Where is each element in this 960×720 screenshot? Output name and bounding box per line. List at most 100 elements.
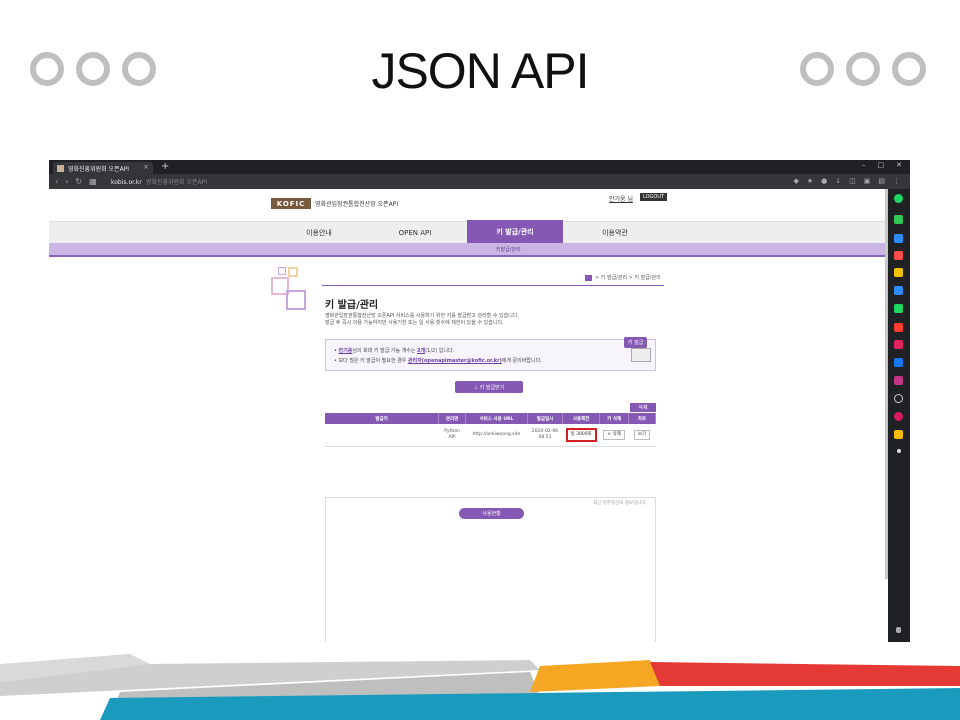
tab-title: 영화진흥위원회 오픈API bbox=[68, 165, 130, 173]
close-window-icon[interactable]: ✕ bbox=[896, 161, 902, 169]
delete-key-button[interactable]: × 삭제 bbox=[603, 429, 625, 440]
nav-controls: ‹ › ↻ ▦ bbox=[55, 176, 97, 187]
sidebar-app-icon[interactable] bbox=[894, 304, 903, 313]
sidebar-app-icon[interactable] bbox=[894, 268, 903, 277]
nav-item-open-api[interactable]: OPEN API bbox=[367, 222, 463, 244]
sidebar-app-icon[interactable] bbox=[894, 412, 903, 421]
extension-icon[interactable]: ● bbox=[821, 176, 827, 187]
screenshot-icon[interactable]: ◫ bbox=[849, 176, 856, 187]
sub-nav: 키발급/관리 bbox=[49, 243, 885, 257]
user-link[interactable]: 안기웅 님 bbox=[609, 194, 633, 203]
sidebar-app-icon[interactable] bbox=[894, 323, 903, 332]
delete-cell: × 삭제 bbox=[599, 424, 629, 447]
table-header-row: 발급키 관리명 서비스 사용 URL 발급일시 사용제한 키 삭제 차트 bbox=[325, 413, 656, 424]
page-title: 키 발급/관리 bbox=[325, 300, 379, 311]
extension-icons: ◆ ★ ● ↓ ◫ ▣ ▤ ⋮ bbox=[793, 176, 900, 187]
date-cell: 2020-02-06 08:51 bbox=[527, 424, 563, 447]
breadcrumb-text: > 키 발급/관리 > 키 발급/관리 bbox=[595, 275, 661, 281]
description-line: 발급 후 즉시 이용 가능하지만 사용기한 또는 일 사용 횟수에 제한이 있을… bbox=[325, 320, 504, 326]
settings-icon[interactable] bbox=[896, 627, 901, 633]
info-text: (1/2) 입니다. bbox=[425, 348, 455, 354]
web-page: KOFIC 영화관입장권통합전산망 오픈API 안기웅 님 LOGOUT 이용안… bbox=[49, 189, 885, 642]
menu-icon[interactable]: ⋮ bbox=[893, 176, 900, 187]
usage-status-tab[interactable]: 사용현황 bbox=[459, 508, 524, 519]
description-line: 영화관입장권통합전산망 오픈API 서비스를 사용하기 위한 키를 발급받고 관… bbox=[325, 313, 520, 319]
monitor-icon bbox=[631, 348, 651, 362]
maximize-icon[interactable]: □ bbox=[878, 161, 885, 169]
forward-icon[interactable]: › bbox=[65, 176, 68, 187]
info-text: 님의 회대 키 발급 가능 개수는 bbox=[352, 348, 418, 354]
main-nav: 이용안내 OPEN API 키 발급/관리 이용약관 bbox=[49, 220, 885, 244]
column-header: 발급키 bbox=[325, 413, 440, 424]
column-header: 사용제한 bbox=[562, 413, 601, 424]
reader-icon[interactable]: ▣ bbox=[864, 176, 871, 187]
usage-chart-panel: 최근 일주일간의 정보입니다. 사용현황 bbox=[325, 497, 656, 642]
chart-cell: 보기 bbox=[628, 424, 656, 447]
new-tab-button[interactable]: + bbox=[161, 161, 169, 173]
column-header: 차트 bbox=[628, 413, 656, 424]
drive-icon[interactable] bbox=[894, 430, 903, 439]
user-name: 안기웅 bbox=[338, 348, 353, 354]
key-badge: 키 발급 bbox=[624, 337, 648, 348]
delete-selected-button[interactable]: 삭제 bbox=[630, 403, 656, 412]
apps-icon[interactable]: ▦ bbox=[89, 176, 97, 187]
issue-key-button[interactable]: ⊥ 키 발급받기 bbox=[455, 381, 523, 393]
site-logo[interactable]: KOFIC 영화관입장권통합전산망 오픈API bbox=[271, 198, 398, 209]
back-icon[interactable]: ‹ bbox=[55, 176, 58, 187]
info-text: 에게 문의바랍니다. bbox=[501, 358, 542, 364]
circle-decoration bbox=[892, 52, 926, 86]
browser-window: 영화진흥위원회 오픈API × + – □ ✕ ‹ › ↻ ▦ kobis.or… bbox=[49, 160, 910, 642]
star-icon[interactable]: ★ bbox=[807, 176, 813, 187]
sidebar-toggle-icon[interactable]: ▤ bbox=[878, 176, 885, 187]
admin-contact-link[interactable]: 관리자(openapimaster@kofic.or.kr) bbox=[408, 358, 502, 364]
nav-item-key-management[interactable]: 키 발급/관리 bbox=[467, 220, 563, 244]
tab-bar: 영화진흥위원회 오픈API × + – □ ✕ bbox=[49, 160, 910, 174]
name-line: API bbox=[448, 434, 456, 440]
facebook-icon[interactable] bbox=[894, 358, 903, 367]
download-icon[interactable]: ↓ bbox=[835, 176, 841, 187]
browser-tab[interactable]: 영화진흥위원회 오픈API × bbox=[53, 162, 153, 174]
name-cell: Python API bbox=[438, 424, 466, 447]
sidebar-app-icon[interactable] bbox=[894, 215, 903, 224]
info-line-quota: • 안기웅님의 회대 키 발급 가능 개수는 2개(1/2) 입니다. bbox=[334, 347, 454, 354]
key-count: 2개 bbox=[417, 348, 426, 354]
subnav-item-key-management[interactable]: 키발급/관리 bbox=[496, 246, 521, 253]
sidebar-app-icon[interactable] bbox=[894, 194, 903, 203]
chart-note: 최근 일주일간의 정보입니다. bbox=[593, 501, 647, 506]
url-host: kobis.or.kr bbox=[111, 179, 142, 186]
limit-cell: 일 3000회 bbox=[562, 424, 600, 447]
reload-icon[interactable]: ↻ bbox=[75, 176, 82, 187]
url-field[interactable]: kobis.or.kr 영화진흥위원회 오픈API bbox=[111, 177, 207, 186]
sidebar-app-icon[interactable] bbox=[894, 340, 903, 349]
sidebar-app-icon[interactable] bbox=[894, 286, 903, 295]
nav-item-terms[interactable]: 이용약관 bbox=[567, 222, 663, 244]
sidebar-app-icon[interactable] bbox=[894, 234, 903, 243]
logo-text: 영화관입장권통합전산망 오픈API bbox=[315, 201, 399, 208]
key-table: 발급키 관리명 서비스 사용 URL 발급일시 사용제한 키 삭제 차트 Pyt… bbox=[325, 413, 656, 447]
decorative-stripes bbox=[0, 654, 960, 720]
sidebar-app-icon[interactable] bbox=[894, 251, 903, 260]
decorative-square bbox=[288, 267, 298, 277]
circle-decoration bbox=[800, 52, 834, 86]
info-text: • 보다 많은 키 발급이 필요한 경우 bbox=[334, 358, 408, 364]
key-cell bbox=[325, 424, 439, 447]
kofic-logo-mark: KOFIC bbox=[271, 198, 311, 209]
info-box: • 안기웅님의 회대 키 발급 가능 개수는 2개(1/2) 입니다. • 보다… bbox=[325, 337, 656, 371]
right-circle-decoration bbox=[800, 52, 926, 86]
instagram-icon[interactable] bbox=[894, 376, 903, 385]
home-icon[interactable] bbox=[585, 274, 592, 281]
window-controls: – □ ✕ bbox=[862, 161, 902, 169]
tab-close-icon[interactable]: × bbox=[143, 163, 149, 171]
more-icon[interactable] bbox=[897, 449, 901, 453]
nav-item-guide[interactable]: 이용안내 bbox=[271, 222, 367, 244]
logout-button[interactable]: LOGOUT bbox=[640, 193, 668, 201]
shield-icon[interactable]: ◆ bbox=[793, 176, 798, 187]
usage-limit-button[interactable]: 일 3000회 bbox=[565, 427, 597, 442]
column-header: 키 삭제 bbox=[599, 413, 630, 424]
minimize-icon[interactable]: – bbox=[862, 161, 866, 169]
view-chart-button[interactable]: 보기 bbox=[633, 429, 651, 440]
decorative-square bbox=[278, 267, 286, 275]
column-header: 발급일시 bbox=[527, 413, 564, 424]
clock-icon[interactable] bbox=[894, 394, 903, 403]
address-bar: ‹ › ↻ ▦ kobis.or.kr 영화진흥위원회 오픈API ◆ ★ ● ↓… bbox=[49, 174, 910, 189]
